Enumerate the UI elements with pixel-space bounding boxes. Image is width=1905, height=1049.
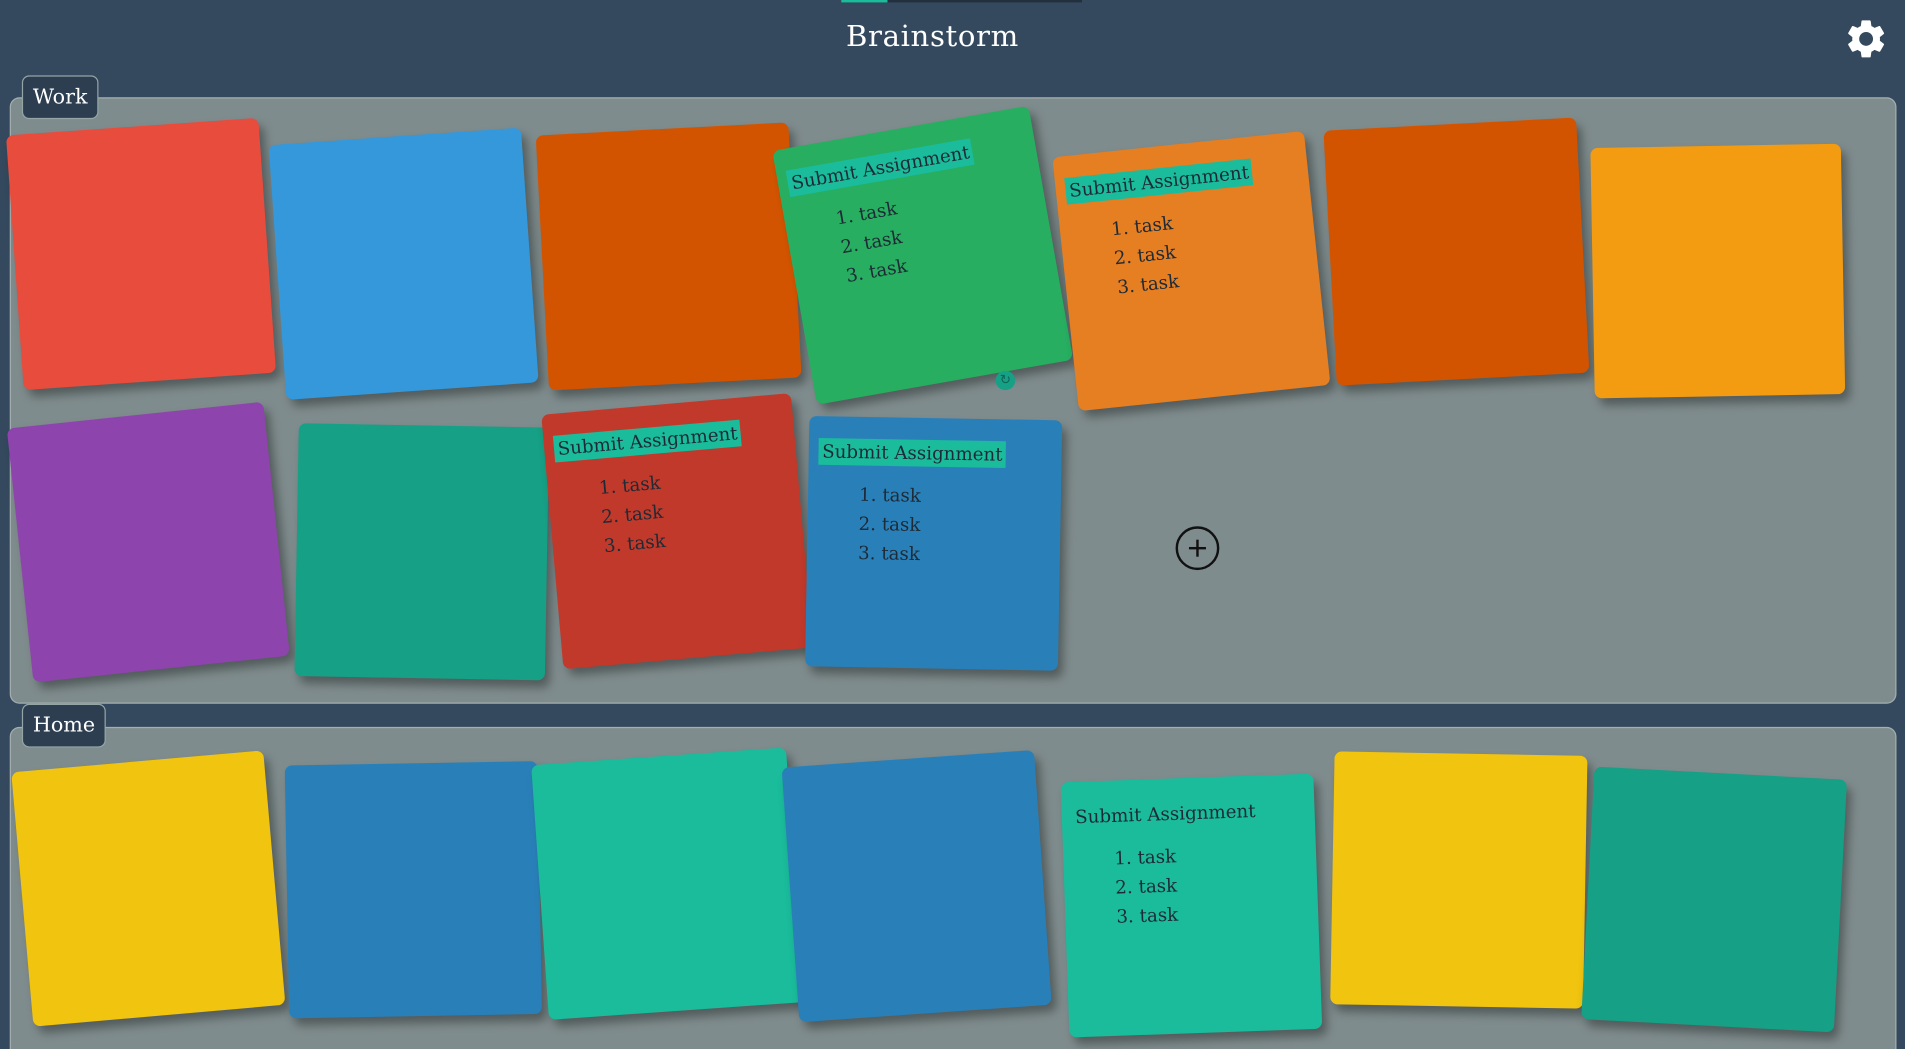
task-item[interactable]: 3. task	[1116, 900, 1179, 931]
sticky-note[interactable]	[1330, 751, 1588, 1009]
task-list: 1. task 2. task 3. task	[858, 480, 921, 569]
sticky-note[interactable]	[1581, 766, 1848, 1033]
task-text: task	[862, 225, 904, 255]
task-item[interactable]: 2. task	[858, 509, 920, 539]
sticky-note[interactable]	[11, 750, 286, 1027]
task-item[interactable]: 3. task	[858, 538, 920, 568]
sticky-note[interactable]: Submit Assignment 1. task 2. task 3. task	[541, 393, 814, 670]
task-number: 1.	[858, 483, 883, 506]
task-number: 3.	[857, 542, 882, 565]
task-number: 2.	[600, 504, 626, 528]
sticky-note[interactable]	[781, 749, 1052, 1023]
task-number: 2.	[1113, 245, 1139, 270]
sticky-note[interactable]	[1323, 117, 1590, 386]
task-number: 1.	[1113, 846, 1138, 870]
add-note-button[interactable]	[1175, 526, 1220, 571]
task-text: task	[867, 254, 909, 283]
note-title[interactable]: Submit Assignment	[1071, 797, 1260, 830]
task-list: 1. task 2. task 3. task	[1110, 208, 1181, 301]
gear-icon	[1848, 20, 1885, 58]
task-list: 1. task 2. task 3. task	[1114, 842, 1179, 932]
top-tab-indicator	[841, 0, 1082, 3]
task-text: task	[1139, 903, 1179, 927]
sticky-note[interactable]	[1590, 143, 1846, 399]
task-text: task	[626, 529, 667, 555]
rotate-handle-icon[interactable]: ↻	[995, 370, 1016, 391]
task-item[interactable]: 2. task	[1115, 871, 1178, 902]
task-item[interactable]: 1. task	[859, 480, 921, 510]
task-text: task	[623, 500, 665, 526]
task-number: 1.	[597, 475, 624, 499]
sticky-note[interactable]	[294, 423, 550, 681]
sticky-note[interactable]	[531, 747, 804, 1020]
sticky-note[interactable]: Submit Assignment 1. task 2. task 3. task	[1060, 773, 1323, 1038]
board-tag-work[interactable]: Work	[21, 75, 99, 120]
task-number: 3.	[1115, 904, 1140, 928]
task-item[interactable]: 1. task	[1114, 842, 1177, 873]
task-item[interactable]: 3. task	[603, 526, 667, 560]
task-text: task	[1136, 241, 1177, 267]
settings-button[interactable]	[1843, 16, 1889, 62]
app-title: Brainstorm	[845, 19, 1019, 54]
sticky-note[interactable]	[5, 117, 277, 391]
sticky-note[interactable]: Submit Assignment 1. task 2. task 3. task	[772, 105, 1074, 405]
app-stage: Brainstorm Work Home Submit Assignment 1.…	[0, 0, 1905, 1049]
sticky-note[interactable]: Submit Assignment 1. task 2. task 3. task	[1052, 130, 1331, 412]
sticky-note[interactable]	[284, 761, 542, 1019]
task-text: task	[1139, 270, 1180, 296]
task-text: task	[1137, 845, 1177, 869]
note-title[interactable]: Submit Assignment	[552, 419, 743, 463]
task-item[interactable]: 3. task	[1116, 266, 1181, 301]
note-title[interactable]: Submit Assignment	[785, 138, 976, 198]
board-tag-home[interactable]: Home	[21, 703, 107, 748]
task-number: 2.	[858, 512, 883, 536]
task-text: task	[1138, 874, 1178, 898]
task-list: 1. task 2. task 3. task	[598, 468, 667, 561]
note-title[interactable]: Submit Assignment	[818, 437, 1007, 469]
task-text: task	[1133, 212, 1174, 238]
task-text: task	[856, 197, 899, 226]
task-number: 1.	[1110, 216, 1136, 241]
task-text: task	[621, 471, 662, 497]
sticky-note[interactable]	[6, 401, 290, 683]
task-number: 2.	[1114, 875, 1139, 899]
task-text: task	[881, 542, 921, 565]
task-text: task	[882, 484, 922, 507]
sticky-note[interactable]	[535, 122, 802, 391]
sticky-note[interactable]: Submit Assignment 1. task 2. task 3. task	[805, 415, 1063, 671]
task-text: task	[881, 513, 921, 536]
task-number: 3.	[1116, 274, 1142, 299]
note-title[interactable]: Submit Assignment	[1064, 158, 1254, 205]
task-list: 1. task 2. task 3. task	[833, 194, 909, 291]
sticky-note[interactable]	[268, 127, 539, 400]
task-number: 3.	[603, 533, 629, 558]
